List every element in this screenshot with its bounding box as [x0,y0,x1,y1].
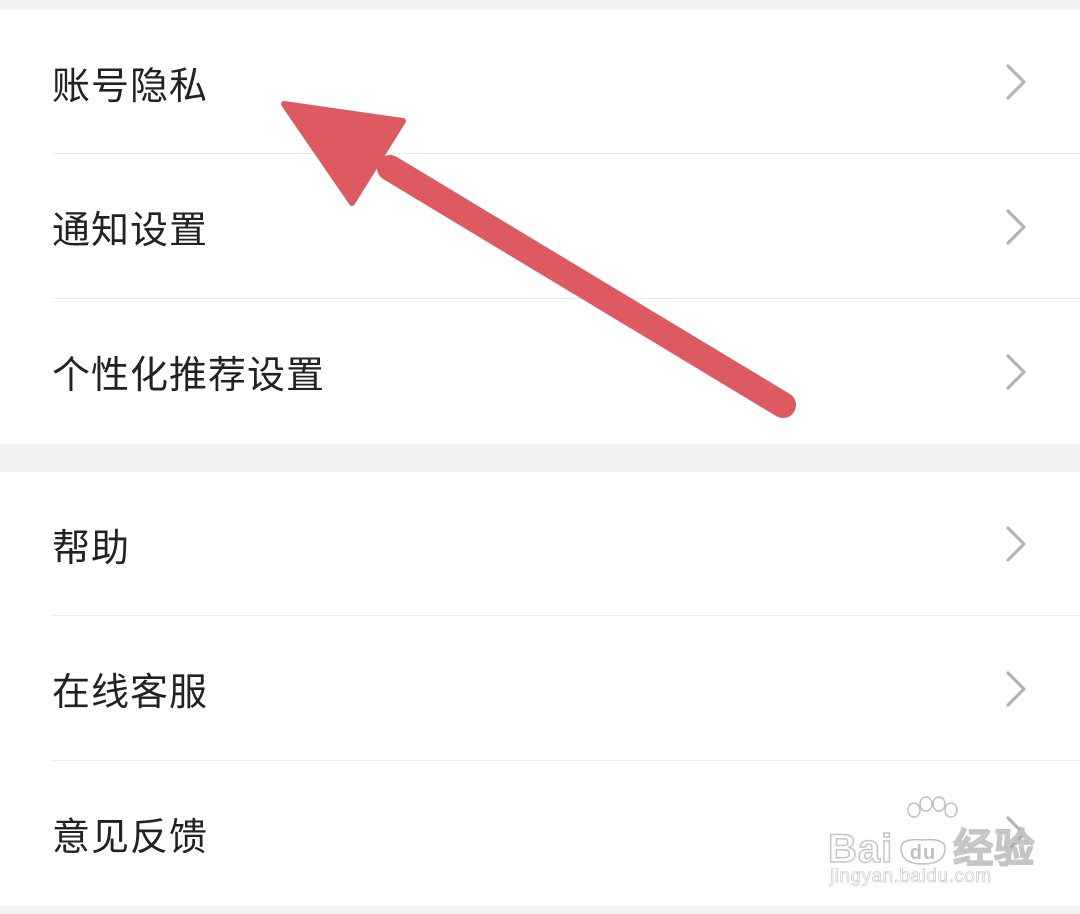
settings-group-support: 帮助 在线客服 意见反馈 [0,472,1080,906]
settings-item-label: 帮助 [52,525,131,570]
bottom-spacer [0,906,1080,914]
chevron-right-icon [1006,670,1026,707]
settings-item-personalized-recommendation[interactable]: 个性化推荐设置 [0,299,1080,444]
chevron-right-icon [1006,208,1026,245]
settings-group-account: 账号隐私 通知设置 个性化推荐设置 [0,10,1080,444]
top-spacer [0,0,1080,10]
settings-item-account-privacy[interactable]: 账号隐私 [0,10,1080,154]
settings-item-online-service[interactable]: 在线客服 [0,616,1080,761]
chevron-right-icon [1006,815,1026,852]
settings-item-label: 通知设置 [52,208,209,252]
settings-item-label: 账号隐私 [52,63,209,108]
settings-item-label: 在线客服 [52,670,209,714]
chevron-right-icon [1006,526,1026,562]
chevron-right-icon [1006,353,1026,390]
settings-item-notification[interactable]: 通知设置 [0,154,1080,299]
settings-item-feedback[interactable]: 意见反馈 [0,761,1080,906]
group-spacer [0,444,1080,472]
settings-item-help[interactable]: 帮助 [0,472,1080,616]
settings-item-label: 意见反馈 [52,815,209,859]
chevron-right-icon [1006,64,1026,100]
settings-item-label: 个性化推荐设置 [52,353,326,397]
